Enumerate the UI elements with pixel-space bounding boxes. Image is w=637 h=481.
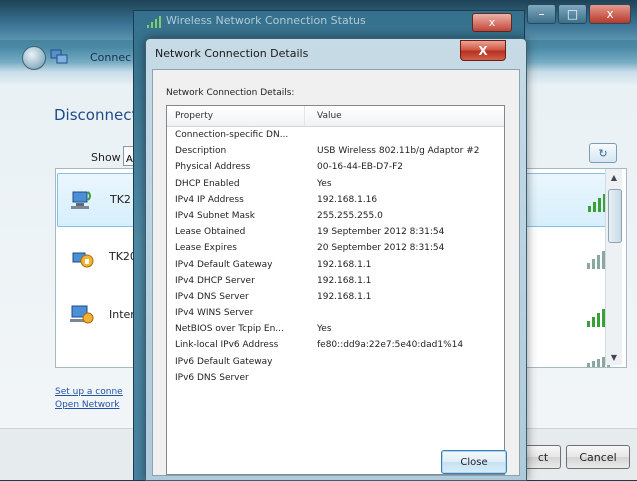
maximize-button[interactable]: □ bbox=[558, 4, 587, 24]
internet-network-icon bbox=[70, 305, 94, 324]
value-cell: Yes bbox=[317, 324, 332, 335]
table-row[interactable]: IPv4 IP Address 192.168.1.16 bbox=[167, 193, 504, 209]
table-row[interactable]: DHCP Enabled Yes bbox=[167, 177, 504, 193]
table-row[interactable]: IPv4 Default Gateway 192.168.1.1 bbox=[167, 258, 504, 274]
status-window-title: Wireless Network Connection Status bbox=[166, 14, 366, 27]
connect-button[interactable]: ct bbox=[525, 445, 561, 469]
close-button[interactable]: Close bbox=[441, 450, 507, 474]
table-row[interactable]: Link-local IPv6 Address fe80::dd9a:22e7:5… bbox=[167, 338, 504, 354]
network-icon bbox=[50, 49, 68, 64]
value-cell: fe80::dd9a:22e7:5e40:dad1%14 bbox=[317, 340, 464, 351]
status-close-button[interactable]: x bbox=[472, 13, 512, 32]
property-cell: IPv6 DNS Server bbox=[175, 372, 249, 383]
table-row[interactable]: IPv4 DNS Server 192.168.1.1 bbox=[167, 290, 504, 306]
property-cell: IPv4 Subnet Mask bbox=[175, 210, 255, 221]
property-cell: IPv4 IP Address bbox=[175, 194, 244, 205]
table-row[interactable]: NetBIOS over Tcpip En... Yes bbox=[167, 322, 504, 338]
dialog-close-button[interactable]: X bbox=[460, 40, 506, 61]
dialog-body: Network Connection Details: Property Val… bbox=[152, 69, 520, 476]
property-cell: Link-local IPv6 Address bbox=[175, 340, 279, 351]
value-cell: 20 September 2012 8:31:54 bbox=[317, 243, 445, 254]
property-cell: IPv4 DHCP Server bbox=[175, 275, 255, 286]
property-cell: IPv4 DNS Server bbox=[175, 291, 249, 302]
signal-icon bbox=[147, 16, 161, 28]
property-cell: IPv4 Default Gateway bbox=[175, 259, 273, 270]
window-close-button[interactable]: x bbox=[589, 4, 631, 24]
page-heading: Disconnect bbox=[54, 106, 138, 124]
property-cell: NetBIOS over Tcpip En... bbox=[175, 324, 284, 335]
property-cell: DHCP Enabled bbox=[175, 178, 240, 189]
table-row[interactable]: IPv6 Default Gateway bbox=[167, 355, 504, 371]
setup-connection-link[interactable]: Set up a conne bbox=[55, 386, 123, 399]
wireless-security-network-icon bbox=[72, 252, 94, 268]
value-cell: 192.168.1.1 bbox=[317, 291, 372, 302]
refresh-button[interactable]: ↻ bbox=[589, 143, 617, 163]
dialog-title: Network Connection Details bbox=[155, 47, 309, 60]
network-name: TK2 bbox=[110, 193, 131, 206]
show-label: Show bbox=[91, 151, 121, 164]
property-cell: Connection-specific DN... bbox=[175, 130, 289, 140]
table-row[interactable]: Lease Expires 20 September 2012 8:31:54 bbox=[167, 241, 504, 257]
scroll-down-icon[interactable]: ▼ bbox=[606, 349, 622, 365]
property-cell: IPv4 WINS Server bbox=[175, 308, 254, 319]
scrollbar-thumb[interactable] bbox=[608, 189, 622, 243]
back-button[interactable] bbox=[22, 46, 46, 70]
window-controls: – □ x bbox=[527, 4, 631, 24]
property-cell: Description bbox=[175, 146, 227, 157]
value-cell: 192.168.1.1 bbox=[317, 275, 372, 286]
property-cell: Lease Expires bbox=[175, 243, 237, 254]
list-header: Property Value bbox=[167, 106, 504, 127]
scroll-up-icon[interactable]: ▲ bbox=[606, 169, 622, 185]
value-cell: 192.168.1.16 bbox=[317, 194, 378, 205]
table-row[interactable]: IPv4 WINS Server bbox=[167, 306, 504, 322]
column-header-value[interactable]: Value bbox=[305, 106, 504, 126]
value-cell: 00-16-44-EB-D7-F2 bbox=[317, 162, 404, 173]
value-cell: 255.255.255.0 bbox=[317, 210, 383, 221]
refresh-icon: ↻ bbox=[598, 146, 608, 160]
column-header-property[interactable]: Property bbox=[167, 106, 305, 126]
table-row[interactable]: IPv6 DNS Server bbox=[167, 371, 504, 387]
property-cell: Physical Address bbox=[175, 162, 251, 173]
table-row[interactable]: Lease Obtained 19 September 2012 8:31:54 bbox=[167, 225, 504, 241]
details-heading: Network Connection Details: bbox=[166, 88, 295, 98]
value-cell: Yes bbox=[317, 178, 332, 189]
breadcrumb: Connec bbox=[90, 51, 132, 64]
property-cell: Lease Obtained bbox=[175, 227, 246, 238]
table-row[interactable]: IPv4 DHCP Server 192.168.1.1 bbox=[167, 274, 504, 290]
cancel-button[interactable]: Cancel bbox=[566, 445, 630, 469]
network-connection-details-dialog: Network Connection Details X Network Con… bbox=[145, 38, 527, 481]
table-row[interactable]: Physical Address 00-16-44-EB-D7-F2 bbox=[167, 160, 504, 176]
details-rows: Connection-specific DN... Description USB… bbox=[167, 128, 504, 387]
details-list-view: Property Value Connection-specific DN...… bbox=[166, 105, 505, 475]
open-network-center-link[interactable]: Open Network bbox=[55, 399, 119, 412]
value-cell: 19 September 2012 8:31:54 bbox=[317, 227, 445, 238]
value-cell: 192.168.1.1 bbox=[317, 259, 372, 270]
table-row[interactable]: Description USB Wireless 802.11b/g Adapto… bbox=[167, 144, 504, 160]
table-row[interactable]: Connection-specific DN... bbox=[167, 128, 504, 144]
network-name: Inter bbox=[109, 308, 135, 321]
network-list-scrollbar[interactable]: ▲ ▼ bbox=[605, 169, 622, 365]
show-dropdown-value: A bbox=[126, 154, 133, 165]
wireless-network-icon bbox=[71, 191, 91, 209]
property-cell: IPv6 Default Gateway bbox=[175, 356, 273, 367]
table-row[interactable]: IPv4 Subnet Mask 255.255.255.0 bbox=[167, 209, 504, 225]
value-cell: USB Wireless 802.11b/g Adaptor #2 bbox=[317, 146, 480, 157]
minimize-button[interactable]: – bbox=[527, 4, 556, 24]
